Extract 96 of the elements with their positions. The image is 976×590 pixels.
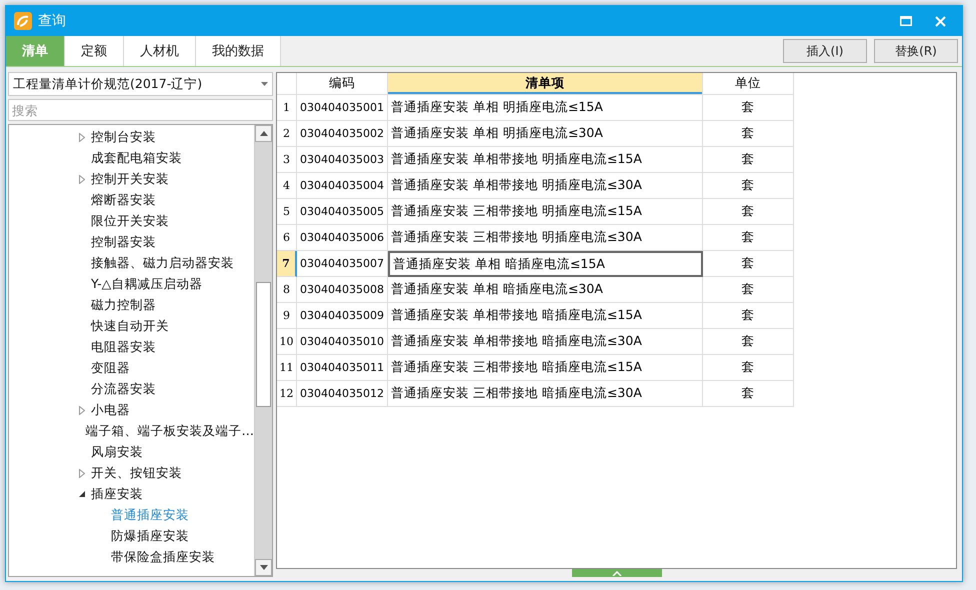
- table-cell: 普通插座安装 单相 明插座电流≤30A: [388, 121, 703, 147]
- tree-item[interactable]: 普通插座安装: [111, 507, 189, 524]
- tree-item[interactable]: 控制台安装: [91, 129, 156, 146]
- maximize-icon: [900, 16, 912, 26]
- tab[interactable]: 人材机: [124, 36, 196, 66]
- tree-item[interactable]: 电阻器安装: [91, 339, 156, 356]
- table-cell: 普通插座安装 单相带接地 明插座电流≤30A: [388, 173, 703, 199]
- table-cell: 套: [703, 303, 794, 329]
- table-cell: 030404035004: [297, 173, 388, 199]
- table-cell: 普通插座安装 单相带接地 暗插座电流≤30A: [388, 329, 703, 355]
- tab[interactable]: 定额: [65, 36, 124, 66]
- column-header[interactable]: 编码: [297, 73, 388, 95]
- table-cell: 套: [703, 381, 794, 407]
- action-button[interactable]: 插入(I): [783, 39, 867, 63]
- expanded-arrow-icon[interactable]: [79, 491, 86, 498]
- row-number: 10: [277, 329, 297, 355]
- table-cell: 030404035011: [297, 355, 388, 381]
- row-number: 5: [277, 199, 297, 225]
- table-cell: 030404035012: [297, 381, 388, 407]
- table-cell: 030404035001: [297, 95, 388, 121]
- tree-item[interactable]: 控制开关安装: [91, 171, 169, 188]
- scroll-up-button[interactable]: [255, 125, 272, 142]
- tree-item[interactable]: 成套配电箱安装: [91, 150, 182, 167]
- table-cell: 普通插座安装 三相带接地 明插座电流≤15A: [388, 199, 703, 225]
- app-logo-icon: [14, 12, 32, 30]
- table-cell: 030404035002: [297, 121, 388, 147]
- scrollbar-thumb[interactable]: [256, 282, 271, 407]
- table-cell: 普通插座安装 三相带接地 暗插座电流≤30A: [388, 381, 703, 407]
- close-icon: [934, 16, 946, 26]
- table-cell: 普通插座安装 单相 明插座电流≤15A: [388, 95, 703, 121]
- row-number: 2: [277, 121, 297, 147]
- table-cell: 套: [703, 355, 794, 381]
- row-number: 9: [277, 303, 297, 329]
- table-cell: 套: [703, 329, 794, 355]
- tree-item[interactable]: Y-△自耦减压启动器: [91, 276, 202, 293]
- spec-dropdown[interactable]: 工程量清单计价规范(2017-辽宁): [8, 72, 273, 96]
- expand-handle[interactable]: [572, 569, 662, 577]
- window-title: 查询: [38, 12, 67, 30]
- table-cell: 030404035009: [297, 303, 388, 329]
- collapsed-arrow-icon[interactable]: [79, 133, 85, 142]
- row-number: 3: [277, 147, 297, 173]
- tree-item[interactable]: 分流器安装: [91, 381, 156, 398]
- tree-item[interactable]: 熔断器安装: [91, 192, 156, 209]
- tree-item[interactable]: 小电器: [91, 402, 130, 419]
- table-cell: 套: [703, 251, 794, 277]
- table-cell: 套: [703, 225, 794, 251]
- table-cell: 030404035010: [297, 329, 388, 355]
- scroll-down-button[interactable]: [255, 559, 272, 576]
- table-cell: 套: [703, 95, 794, 121]
- row-number: 8: [277, 277, 297, 303]
- table-cell: 030404035007: [297, 251, 388, 277]
- table-cell: 普通插座安装 三相带接地 暗插座电流≤15A: [388, 355, 703, 381]
- tab[interactable]: 我的数据: [196, 36, 281, 66]
- table-cell: 普通插座安装 单相 暗插座电流≤15A: [388, 251, 703, 277]
- collapsed-arrow-icon[interactable]: [79, 406, 85, 415]
- tree-item[interactable]: 接触器、磁力启动器安装: [91, 255, 234, 272]
- action-button[interactable]: 替换(R): [874, 39, 958, 63]
- table-cell: 普通插座安装 三相带接地 明插座电流≤30A: [388, 225, 703, 251]
- up-arrow-icon: [260, 131, 268, 136]
- tree-item[interactable]: 风扇安装: [91, 444, 143, 461]
- table-cell: 030404035003: [297, 147, 388, 173]
- collapsed-arrow-icon[interactable]: [79, 469, 85, 478]
- tree-item[interactable]: 控制器安装: [91, 234, 156, 251]
- table-cell: 套: [703, 199, 794, 225]
- row-number: 1: [277, 95, 297, 121]
- tree-item[interactable]: 变阻器: [91, 360, 130, 377]
- tree-item[interactable]: 端子箱、端子板安装及端子…: [86, 423, 254, 440]
- row-number: 7: [277, 251, 297, 277]
- table-cell: 套: [703, 121, 794, 147]
- collapsed-arrow-icon[interactable]: [79, 175, 85, 184]
- row-number: 4: [277, 173, 297, 199]
- tree-item[interactable]: 带保险盒插座安装: [111, 549, 215, 566]
- table-cell: 030404035005: [297, 199, 388, 225]
- row-number: 12: [277, 381, 297, 407]
- tree-item[interactable]: 开关、按钮安装: [91, 465, 182, 482]
- column-header[interactable]: 单位: [703, 73, 794, 95]
- table-cell: 套: [703, 173, 794, 199]
- search-field[interactable]: 搜索: [8, 99, 273, 121]
- down-arrow-icon: [260, 565, 268, 570]
- column-header[interactable]: 清单项: [388, 73, 703, 95]
- table-cell: 普通插座安装 单相 暗插座电流≤30A: [388, 277, 703, 303]
- tree-item[interactable]: 快速自动开关: [91, 318, 169, 335]
- scrollbar[interactable]: [254, 125, 272, 576]
- tree-item[interactable]: 插座安装: [91, 486, 143, 503]
- table-cell: 030404035006: [297, 225, 388, 251]
- table-cell: 030404035008: [297, 277, 388, 303]
- table-cell: 普通插座安装 单相带接地 明插座电流≤15A: [388, 147, 703, 173]
- caret-icon: [261, 82, 268, 86]
- row-number: 11: [277, 355, 297, 381]
- row-number: 6: [277, 225, 297, 251]
- table-cell: 套: [703, 277, 794, 303]
- tree-item[interactable]: 防爆插座安装: [111, 528, 189, 545]
- tree-item[interactable]: 限位开关安装: [91, 213, 169, 230]
- tree-item[interactable]: 磁力控制器: [91, 297, 156, 314]
- table-cell: 套: [703, 147, 794, 173]
- table-cell: 普通插座安装 单相带接地 暗插座电流≤15A: [388, 303, 703, 329]
